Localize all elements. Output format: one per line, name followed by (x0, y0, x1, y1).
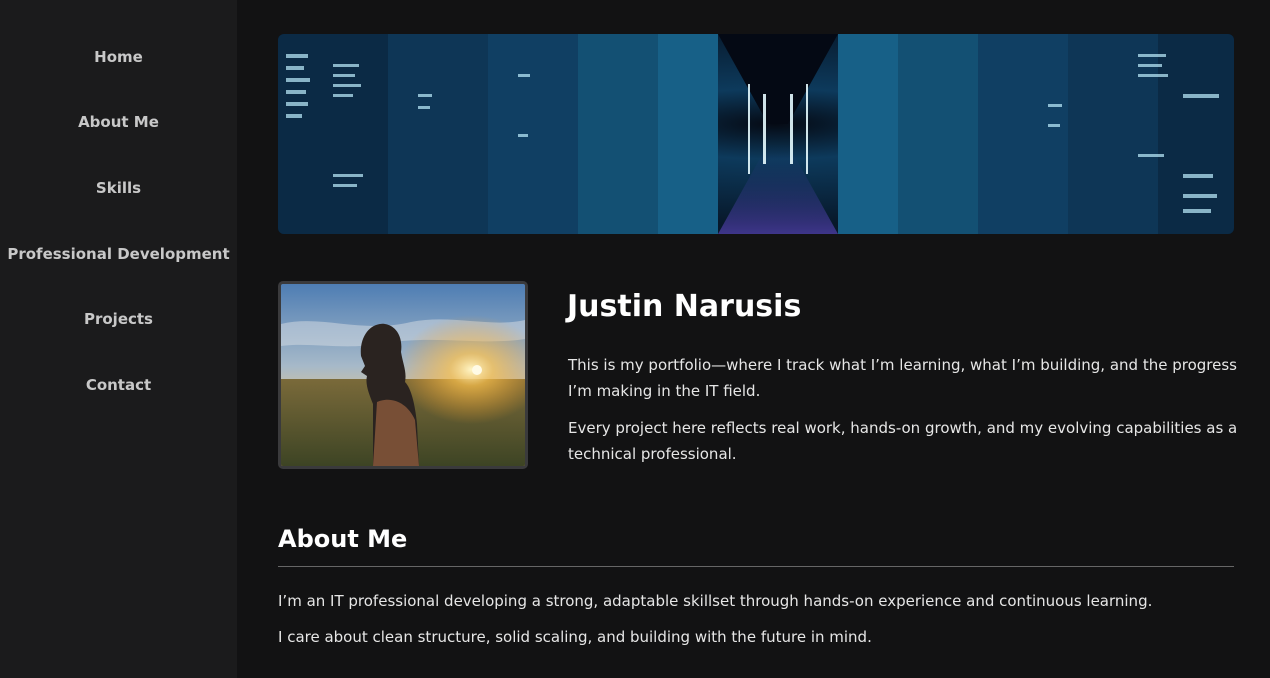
banner-image (278, 34, 1234, 234)
about-paragraph-2: I care about clean structure, solid scal… (278, 628, 872, 646)
sidebar-nav: Home About Me Skills Professional Develo… (0, 0, 237, 678)
nav-item-contact[interactable]: Contact (0, 375, 237, 395)
nav-item-about-me[interactable]: About Me (0, 112, 237, 132)
about-paragraph-1: I’m an IT professional developing a stro… (278, 592, 1153, 610)
profile-photo (278, 281, 528, 469)
page: Home About Me Skills Professional Develo… (0, 0, 1270, 678)
nav-item-home[interactable]: Home (0, 47, 237, 67)
nav-item-professional-development[interactable]: Professional Development (0, 244, 237, 264)
digital-data-corridor-image (278, 34, 1234, 234)
intro-paragraph-2: Every project here reflects real work, h… (568, 419, 1238, 463)
profile-name: Justin Narusis (567, 289, 802, 324)
nav-item-projects[interactable]: Projects (0, 309, 237, 329)
profile-photo-image (281, 284, 525, 466)
about-me-heading: About Me (278, 525, 408, 553)
nav-item-skills[interactable]: Skills (0, 178, 237, 198)
section-divider (278, 566, 1234, 567)
main-content: Justin Narusis This is my portfolio—wher… (237, 0, 1270, 678)
intro-paragraph-1: This is my portfolio—where I track what … (568, 356, 1237, 400)
